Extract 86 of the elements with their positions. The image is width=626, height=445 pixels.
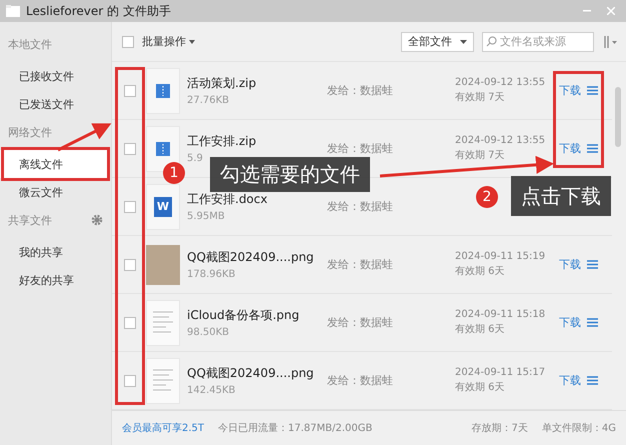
sort-icon [602,36,618,48]
folder-icon [6,5,20,17]
download-link[interactable]: 下载 [559,373,581,388]
sidebar-item[interactable]: 微云文件 [0,178,107,206]
file-recipient: 发给：数据蛙 [327,83,394,98]
sidebar-item[interactable]: 离线文件 [0,150,107,178]
settings-icon[interactable] [91,214,103,226]
retention-period: 存放期：7天 [472,422,528,435]
file-expiry: 有效期 6天 [455,264,506,278]
zip-file-icon [156,142,170,156]
menu-icon [587,376,598,385]
close-icon [607,7,615,15]
scrollbar-thumb[interactable] [615,87,621,147]
zip-file-icon [156,84,170,98]
row-checkbox[interactable] [124,142,136,154]
row-checkbox[interactable] [124,316,136,328]
file-recipient: 发给：数据蛙 [327,373,394,388]
file-name: QQ截图202409....png [187,365,315,382]
file-date: 2024-09-11 15:18 [455,309,546,320]
file-recipient: 发给：数据蛙 [327,257,394,272]
more-button[interactable] [587,260,598,269]
arrow [57,123,112,152]
file-size: 142.45KB [187,385,236,396]
sidebar-item[interactable]: 已发送文件 [0,90,107,118]
step-number: 1 [163,162,185,184]
row-checkbox[interactable] [124,200,136,212]
file-date: 2024-09-12 13:55 [455,135,546,146]
download-link[interactable]: 下载 [559,141,581,156]
file-name: 工作安排.docx [187,191,268,208]
download-link[interactable]: 下载 [559,83,581,98]
file-size: 5.9 [187,153,204,164]
menu-icon [587,86,598,95]
section-header: 共享文件 [8,212,52,228]
callout: 勾选需要的文件 [210,157,370,192]
row-checkbox[interactable] [124,258,136,270]
download-link[interactable]: 下载 [559,257,581,272]
row-checkbox[interactable] [124,84,136,96]
sidebar-item[interactable]: 已接收文件 [0,62,107,90]
menu-icon [587,260,598,269]
caret-icon [189,40,195,44]
select-all-checkbox[interactable] [122,36,134,48]
sort-button[interactable] [602,36,618,48]
file-recipient: 发给：数据蛙 [327,141,394,156]
more-button[interactable] [587,376,598,385]
file-expiry: 有效期 6天 [455,380,506,394]
section-header: 本地文件 [8,36,52,52]
file-size: 27.76KB [187,95,230,106]
file-size: 5.95MB [187,211,226,222]
photo-placeholder [146,244,180,284]
more-button[interactable] [587,144,598,153]
minimize-icon [583,10,591,12]
menu-icon [587,144,598,153]
file-size: 98.50KB [187,327,230,338]
file-date: 2024-09-11 15:17 [455,367,546,378]
file-expiry: 有效期 6天 [455,322,506,336]
file-expiry: 有效期 7天 [455,90,506,104]
filter-dropdown[interactable]: 全部文件 [401,32,474,52]
sidebar-item[interactable]: 好友的共享 [0,266,107,294]
file-size-limit: 单文件限制：4G [542,422,616,435]
file-name: 工作安排.zip [187,133,258,150]
download-link[interactable]: 下载 [559,315,581,330]
window-title: Leslieforever 的 文件助手 [26,2,171,20]
caret-icon [460,40,467,44]
callout: 点击下载 [511,176,611,216]
file-name: 活动策划.zip [187,75,258,92]
search-icon [486,36,497,46]
step-number: 2 [476,186,498,208]
file-recipient: 发给：数据蛙 [327,199,394,214]
search-field[interactable]: 文件名或来源 [482,32,594,52]
file-name: iCloud备份各项.png [187,307,300,324]
file-recipient: 发给：数据蛙 [327,315,394,330]
icon-letter: W [156,200,170,213]
row-checkbox[interactable] [124,374,136,386]
menu-icon [587,318,598,327]
file-name: QQ截图202409....png [187,249,315,266]
file-size: 178.96KB [187,269,236,280]
more-button[interactable] [587,318,598,327]
file-expiry: 有效期 7天 [455,148,506,162]
sidebar-item[interactable]: 我的共享 [0,238,107,266]
more-button[interactable] [587,86,598,95]
file-date: 2024-09-12 13:55 [455,77,546,88]
batch-menu-button[interactable]: 批量操作 [142,34,195,49]
file-date: 2024-09-11 15:19 [455,251,546,262]
section-header: 网络文件 [8,124,52,140]
traffic-usage: 今日已用流量：17.87MB/2.00GB [218,422,372,435]
vip-link[interactable]: 会员最高可享2.5T [122,421,204,435]
